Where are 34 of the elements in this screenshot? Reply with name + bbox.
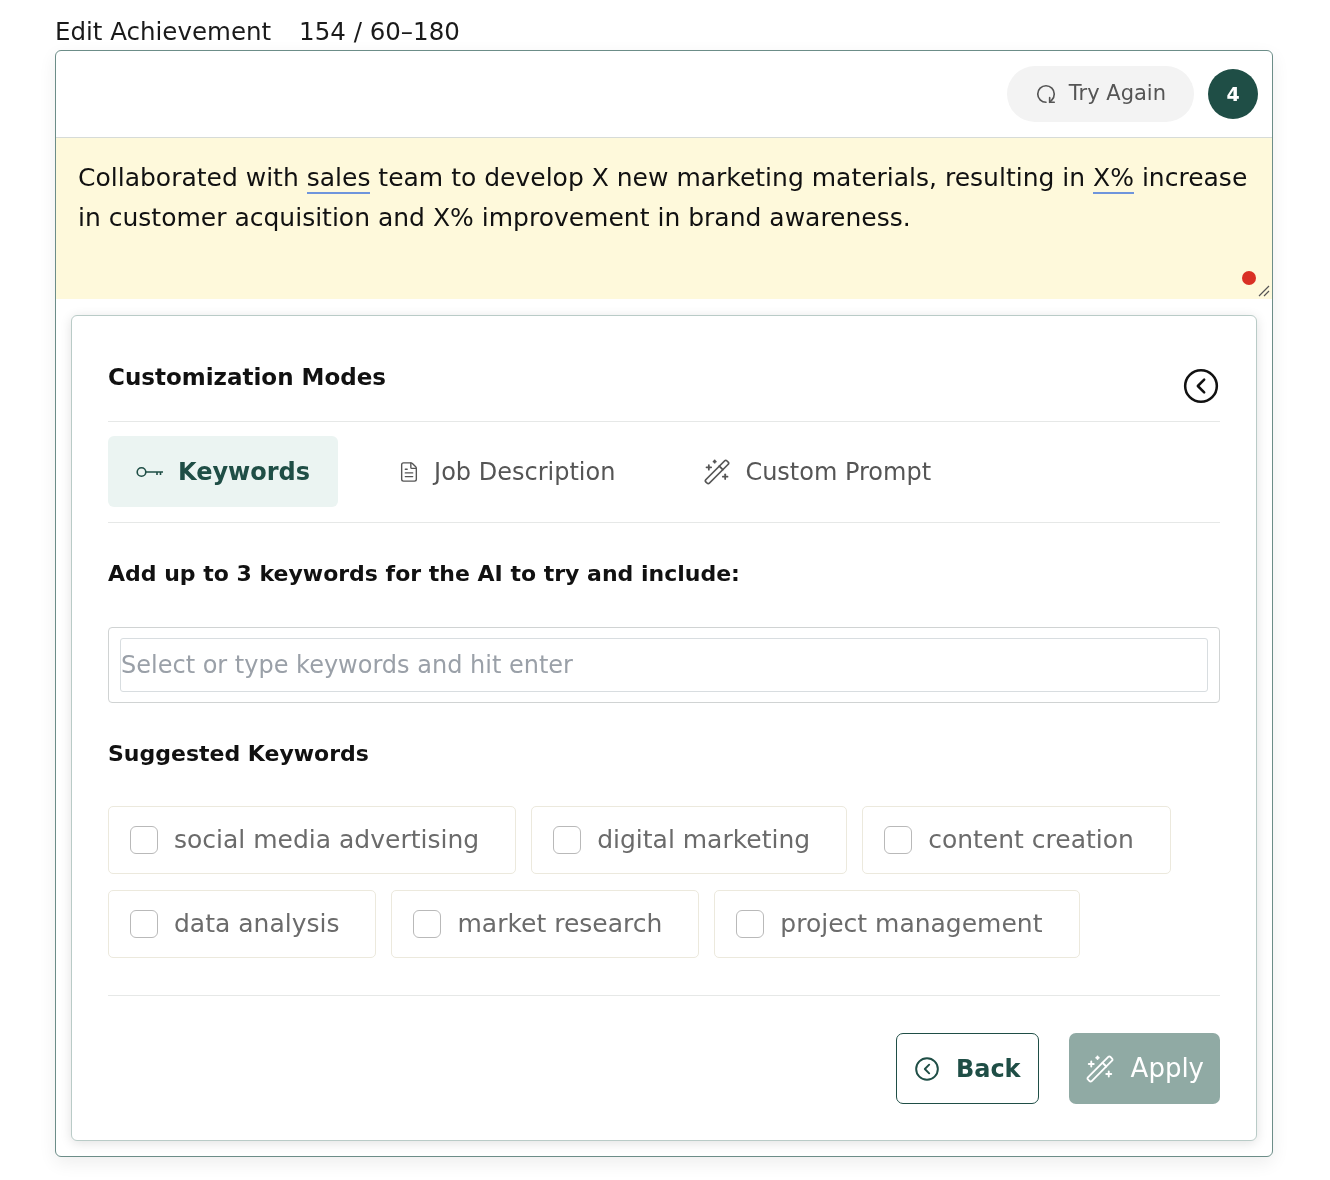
collapse-icon[interactable]	[1182, 367, 1220, 405]
magic-wand-icon	[703, 457, 732, 486]
checkbox[interactable]	[130, 826, 158, 854]
checkbox[interactable]	[736, 910, 765, 938]
keyword-chip[interactable]: data analysis	[108, 890, 377, 958]
checkbox[interactable]	[553, 826, 582, 854]
checkbox[interactable]	[884, 826, 913, 854]
keyword-chip[interactable]: market research	[391, 890, 700, 958]
keyword-chip[interactable]: social media advertising	[108, 806, 517, 874]
keyword-input[interactable]: Select or type keywords and hit enter	[120, 638, 1208, 692]
achievement-text-area[interactable]: Collaborated with sales team to develop X new marketing materials, resulting in X% increase in customer acquisition and X% improvement in brand awareness.	[56, 138, 1272, 299]
keywords-instruction: Add up to 3 keywords for the AI to try and include:	[108, 560, 741, 588]
try-again-button[interactable]: Try Again	[1006, 66, 1194, 122]
character-count: 154 / 60–180	[299, 17, 460, 47]
page-title: Edit Achievement	[55, 17, 272, 47]
key-icon	[136, 465, 164, 478]
retry-icon	[1034, 83, 1057, 105]
count-badge: 4	[1208, 69, 1258, 119]
magic-wand-icon	[1084, 1053, 1115, 1084]
mode-tab[interactable]: Keywords	[108, 436, 339, 507]
checkbox[interactable]	[413, 910, 442, 938]
keyword-chip[interactable]: digital marketing	[531, 806, 848, 874]
achievement-text: Collaborated with sales team to develop X new marketing materials, resulting in X% increase in customer acquisition and X% improvement in brand awareness.	[78, 162, 1249, 234]
mode-tab[interactable]: Job Description	[370, 436, 644, 507]
keyword-chip[interactable]: content creation	[862, 806, 1171, 874]
keyword-selector[interactable]: Select or type keywords and hit enter	[108, 627, 1220, 703]
checkbox[interactable]	[130, 910, 158, 938]
back-button[interactable]: Back	[895, 1033, 1039, 1104]
mode-tab[interactable]: Custom Prompt	[675, 436, 960, 507]
keyword-chip[interactable]: project management	[714, 890, 1080, 958]
resize-handle-icon[interactable]	[1258, 285, 1270, 297]
suggested-keywords-title: Suggested Keywords	[108, 740, 370, 768]
chevron-left-icon	[913, 1055, 940, 1082]
panel-title: Customization Modes	[108, 363, 386, 392]
